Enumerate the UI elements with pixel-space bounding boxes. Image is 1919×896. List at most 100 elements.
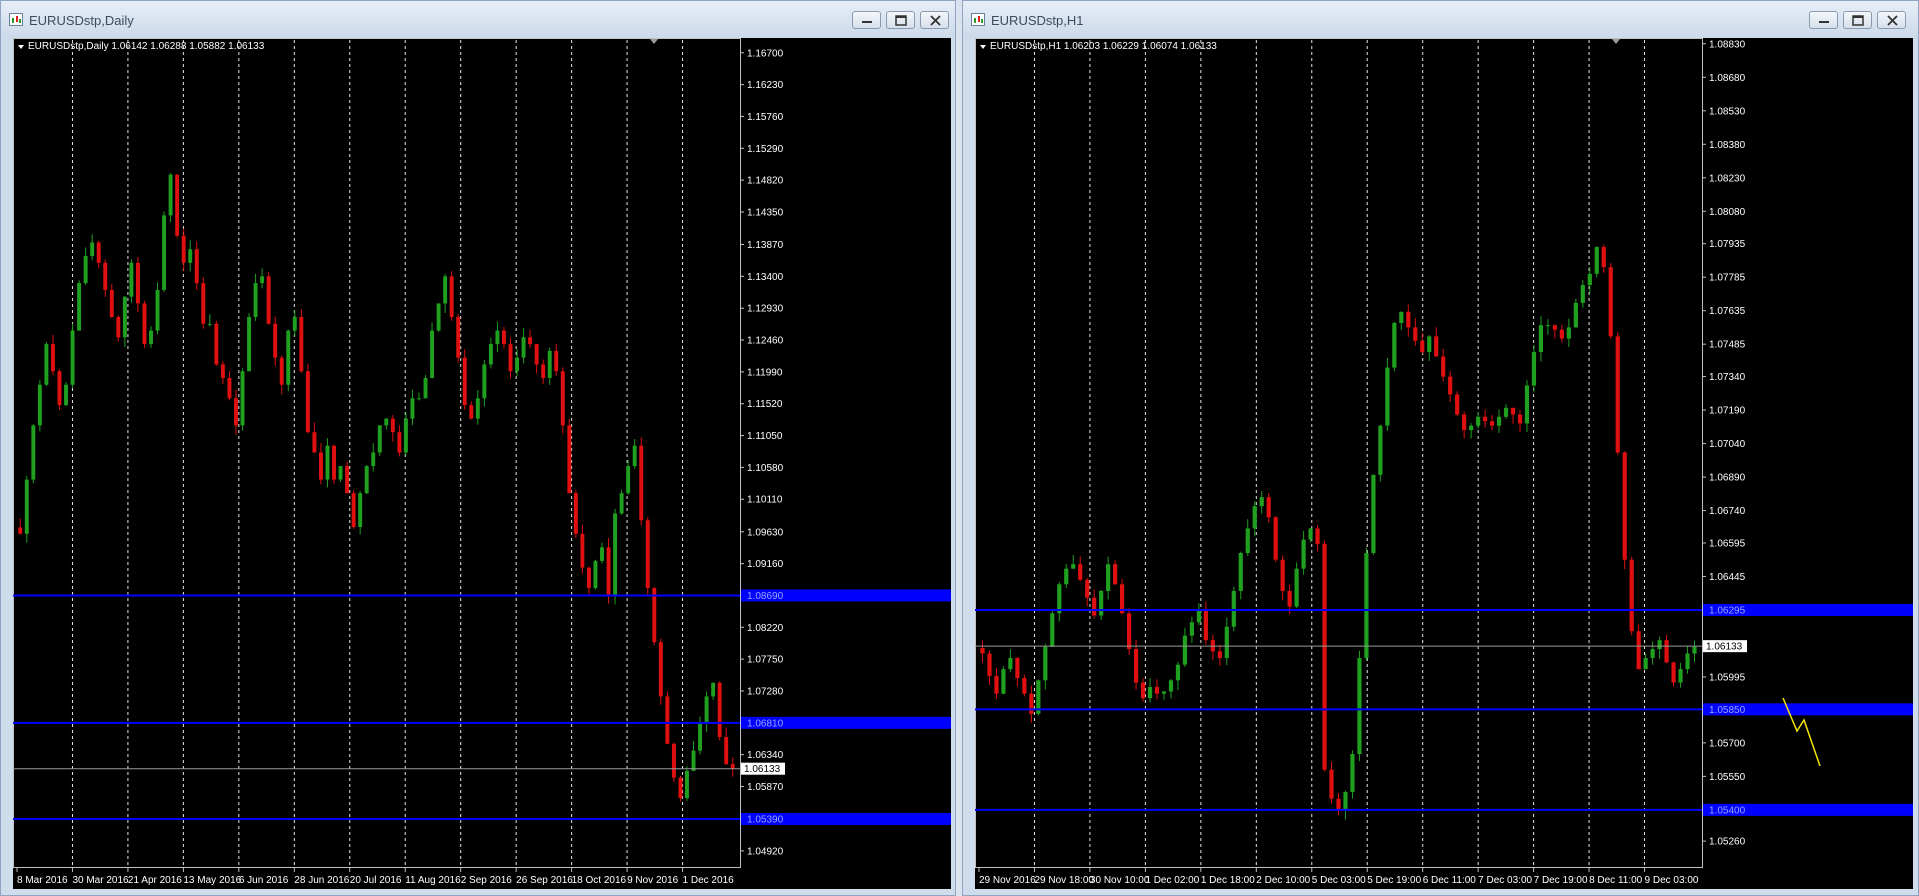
candle-body — [541, 364, 546, 378]
candle-body — [994, 675, 999, 694]
x-tick-label: 6 Jun 2016 — [239, 875, 289, 886]
candle-body — [279, 357, 284, 385]
chart-background — [975, 38, 1913, 889]
minimize-button[interactable] — [852, 11, 881, 29]
y-tick-label: 1.15760 — [747, 112, 784, 123]
candle-body — [220, 364, 225, 378]
candle-body — [554, 350, 559, 372]
price-chart-daily[interactable]: 8 Mar 2016 30 Mar 2016 21 Apr 2016 13 May 2… — [13, 38, 951, 889]
price-label: 1.05850 — [1709, 705, 1746, 716]
x-tick-label: 30 Mar 2016 — [72, 875, 129, 886]
candle-body — [1636, 631, 1641, 670]
candle-body — [1685, 653, 1690, 670]
x-tick-label: 6 Dec 11:00 — [1423, 875, 1477, 886]
symbol-info: EURUSDstp,H1 1.06203 1.06229 1.06074 1.0… — [990, 41, 1217, 52]
y-tick-label: 1.13400 — [747, 272, 784, 283]
candle-body — [266, 276, 271, 324]
candle-body — [116, 317, 121, 338]
candle-body — [1161, 691, 1167, 694]
y-tick-label: 1.05550 — [1709, 772, 1746, 783]
candle-body — [1050, 613, 1055, 647]
candle-body — [1231, 590, 1236, 627]
candle-body — [1552, 325, 1557, 330]
x-tick-label: 7 Dec 03:00 — [1478, 875, 1532, 886]
y-tick-label: 1.14350 — [747, 207, 784, 218]
window-titlebar[interactable]: EURUSDstp,Daily — [1, 1, 955, 39]
x-tick-label: 2 Sep 2016 — [461, 875, 513, 886]
candle-body — [273, 323, 278, 358]
y-tick-label: 1.12460 — [747, 336, 784, 347]
x-tick-label: 29 Nov 18:00 — [1034, 875, 1094, 886]
candle-body — [619, 493, 624, 514]
chart-window-h1[interactable]: EURUSDstp,H1 29 Nov 2016 29 Nov 18:00 30 N… — [962, 0, 1919, 896]
candle-body — [1064, 568, 1069, 585]
window-titlebar[interactable]: EURUSDstp,H1 — [963, 1, 1918, 39]
candle-body — [1413, 327, 1418, 341]
candle-body — [1364, 553, 1369, 658]
candle-body — [214, 323, 219, 365]
candle-body — [18, 527, 23, 534]
x-tick-label: 28 Jun 2016 — [294, 875, 349, 886]
candle-body — [449, 276, 454, 317]
candle-body — [1029, 693, 1034, 714]
candle-body — [50, 344, 55, 372]
candle-body — [534, 344, 539, 365]
candle-body — [1399, 311, 1404, 323]
y-tick-label: 1.07935 — [1709, 239, 1746, 250]
price-chart-h1[interactable]: 29 Nov 201629 Nov 18:0030 Nov 10:001 Dec… — [975, 38, 1913, 889]
candle-body — [345, 466, 350, 494]
y-tick-label: 1.09160 — [747, 559, 784, 570]
candle-body — [560, 371, 565, 426]
candle-body — [1531, 351, 1537, 386]
candle-body — [711, 682, 716, 697]
x-tick-label: 18 Oct 2016 — [572, 875, 627, 886]
y-tick-label: 1.08830 — [1709, 39, 1746, 50]
chart-window-daily[interactable]: EURUSDstp,Daily 8 Mar 2016 30 Mar 2016 21 … — [0, 0, 956, 896]
candle-body — [1629, 559, 1634, 632]
y-tick-label: 1.06445 — [1709, 572, 1746, 583]
candle-body — [1587, 273, 1592, 285]
y-tick-label: 1.07040 — [1709, 439, 1746, 450]
candle-body — [593, 560, 598, 588]
candle-body — [1238, 553, 1243, 591]
x-tick-label: 11 Aug 2016 — [405, 875, 461, 886]
candle-body — [201, 283, 206, 324]
close-button[interactable] — [920, 11, 949, 29]
candle-body — [286, 330, 291, 385]
x-tick-label: 7 Dec 19:00 — [1534, 875, 1588, 886]
candle-body — [613, 513, 618, 595]
candle-body — [338, 466, 343, 480]
maximize-button[interactable] — [886, 11, 915, 29]
y-tick-label: 1.11990 — [747, 367, 783, 378]
candle-body — [207, 323, 212, 325]
candle-body — [1301, 539, 1306, 569]
candle-body — [1022, 678, 1027, 694]
candle-body — [1406, 311, 1411, 328]
candle-body — [515, 357, 519, 372]
candle-body — [1441, 356, 1446, 377]
candle-body — [403, 418, 408, 453]
candle-body — [364, 466, 369, 494]
close-icon — [1887, 15, 1898, 26]
price-label: 1.05400 — [1709, 805, 1746, 816]
x-tick-label: 1 Dec 2016 — [683, 875, 735, 886]
candle-body — [1580, 284, 1585, 303]
candle-body — [1336, 798, 1341, 810]
candle-body — [1245, 528, 1250, 554]
candle-body — [469, 405, 474, 419]
minimize-button[interactable] — [1809, 11, 1838, 29]
maximize-button[interactable] — [1843, 11, 1872, 29]
candle-body — [240, 371, 245, 426]
candle-body — [129, 262, 134, 297]
candle-body — [234, 398, 238, 426]
candle-body — [90, 242, 95, 257]
candle-body — [508, 344, 513, 372]
candle-body — [181, 235, 186, 263]
candle-body — [1350, 754, 1355, 792]
candle-body — [1524, 385, 1530, 424]
candle-body — [57, 371, 62, 406]
candle-body — [194, 249, 199, 284]
candle-body — [436, 303, 441, 331]
close-button[interactable] — [1877, 11, 1906, 29]
x-tick-label: 2 Dec 10:00 — [1256, 875, 1310, 886]
